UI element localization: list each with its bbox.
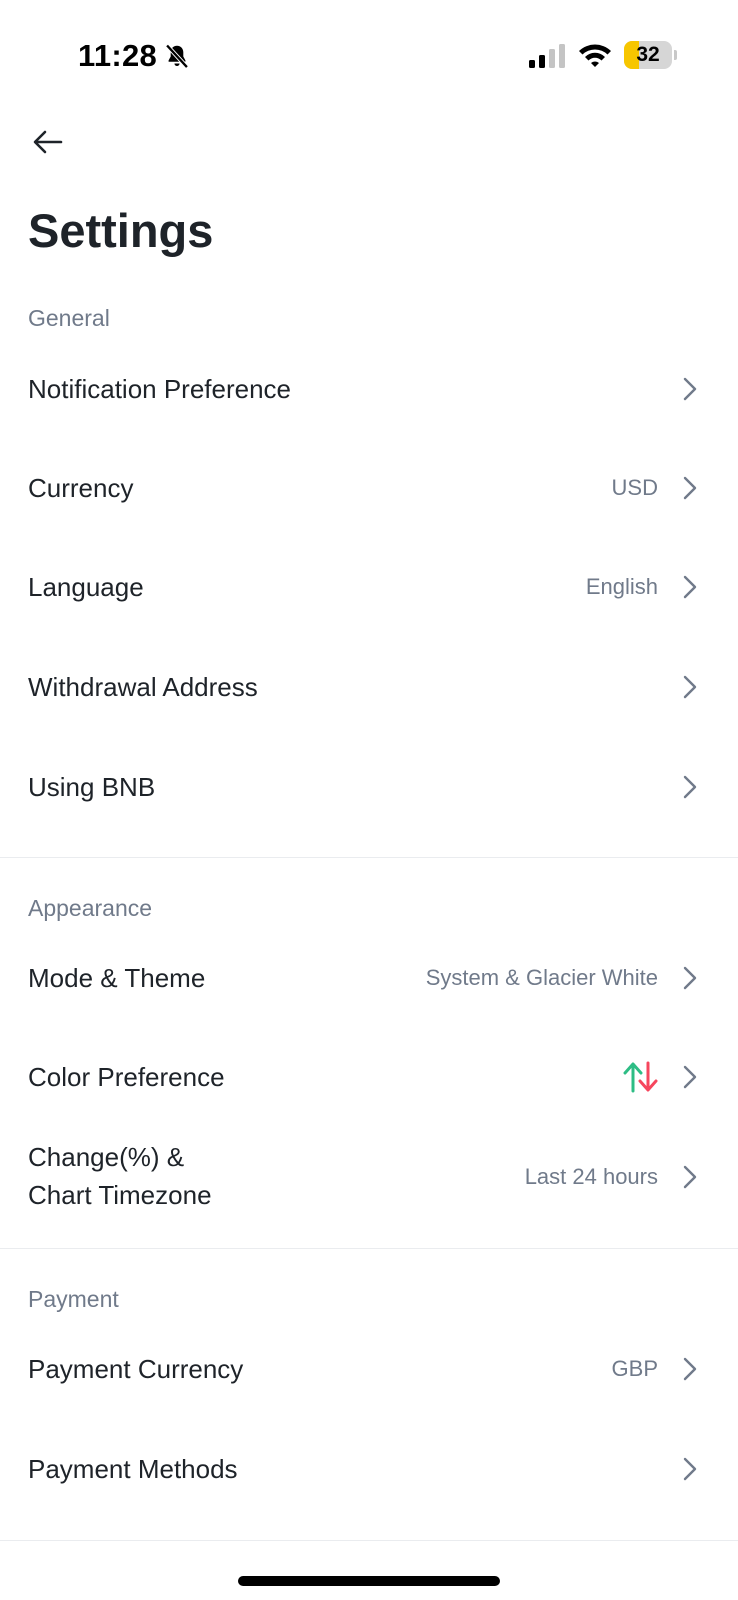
up-down-arrows-icon	[623, 1061, 658, 1093]
chevron-right-icon	[683, 377, 697, 401]
row-label: Payment Currency	[28, 1354, 244, 1384]
chevron-right-icon	[683, 1165, 697, 1189]
row-label-line2: Chart Timezone	[28, 1180, 212, 1210]
settings-row-language[interactable]: Language English	[0, 541, 738, 633]
row-label: Using BNB	[28, 772, 156, 802]
row-value: English	[585, 574, 658, 599]
chevron-right-icon	[683, 966, 697, 990]
settings-row-change-chart-timezone[interactable]: Change(%) & Chart Timezone Last 24 hours	[0, 1131, 738, 1223]
settings-row-color-preference[interactable]: Color Preference	[0, 1031, 738, 1123]
row-label: Currency	[28, 473, 134, 503]
chevron-right-icon	[683, 675, 697, 699]
row-value: USD	[611, 475, 658, 500]
settings-row-withdrawal-address[interactable]: Withdrawal Address	[0, 641, 738, 733]
settings-row-currency[interactable]: Currency USD	[0, 442, 738, 534]
row-label: Withdrawal Address	[28, 672, 258, 702]
settings-row-mode-theme[interactable]: Mode & Theme System & Glacier White	[0, 932, 738, 1024]
row-value: GBP	[611, 1356, 658, 1381]
chevron-right-icon	[683, 476, 697, 500]
row-value: System & Glacier White	[425, 965, 658, 990]
row-value: Last 24 hours	[524, 1164, 658, 1189]
section-divider	[0, 857, 738, 858]
settings-row-payment-methods[interactable]: Payment Methods	[0, 1423, 738, 1515]
settings-row-notification-preference[interactable]: Notification Preference	[0, 343, 738, 435]
chevron-right-icon	[683, 1457, 697, 1481]
battery-icon: 32	[624, 41, 677, 69]
status-time-group: 11:28	[78, 38, 191, 74]
section-header-general: General	[28, 305, 110, 331]
row-label-line1: Change(%) &	[28, 1142, 185, 1172]
battery-level: 32	[636, 43, 660, 66]
page-title: Settings	[28, 204, 214, 257]
section-divider	[0, 1248, 738, 1249]
row-label: Notification Preference	[28, 374, 292, 404]
chevron-right-icon	[683, 575, 697, 599]
status-time: 11:28	[78, 38, 158, 73]
chevron-right-icon	[683, 1357, 697, 1381]
section-header-appearance: Appearance	[28, 895, 153, 921]
chevron-right-icon	[683, 1065, 697, 1089]
cellular-signal-icon	[529, 44, 565, 68]
settings-row-using-bnb[interactable]: Using BNB	[0, 741, 738, 833]
row-label: Payment Methods	[28, 1454, 238, 1484]
status-bar: 11:28 32	[0, 0, 738, 110]
settings-screen: 11:28 32 Settings General Notification P…	[0, 0, 738, 1600]
row-label: Language	[28, 572, 144, 602]
section-header-payment: Payment	[28, 1286, 119, 1312]
back-button[interactable]	[28, 122, 68, 162]
bell-slash-icon	[165, 44, 189, 69]
section-divider	[0, 1540, 738, 1541]
row-label: Color Preference	[28, 1062, 225, 1092]
home-indicator[interactable]	[238, 1576, 500, 1586]
arrow-left-icon	[33, 130, 63, 154]
chevron-right-icon	[683, 775, 697, 799]
wifi-icon	[579, 44, 611, 67]
settings-row-payment-currency[interactable]: Payment Currency GBP	[0, 1323, 738, 1415]
row-label: Mode & Theme	[28, 963, 206, 993]
